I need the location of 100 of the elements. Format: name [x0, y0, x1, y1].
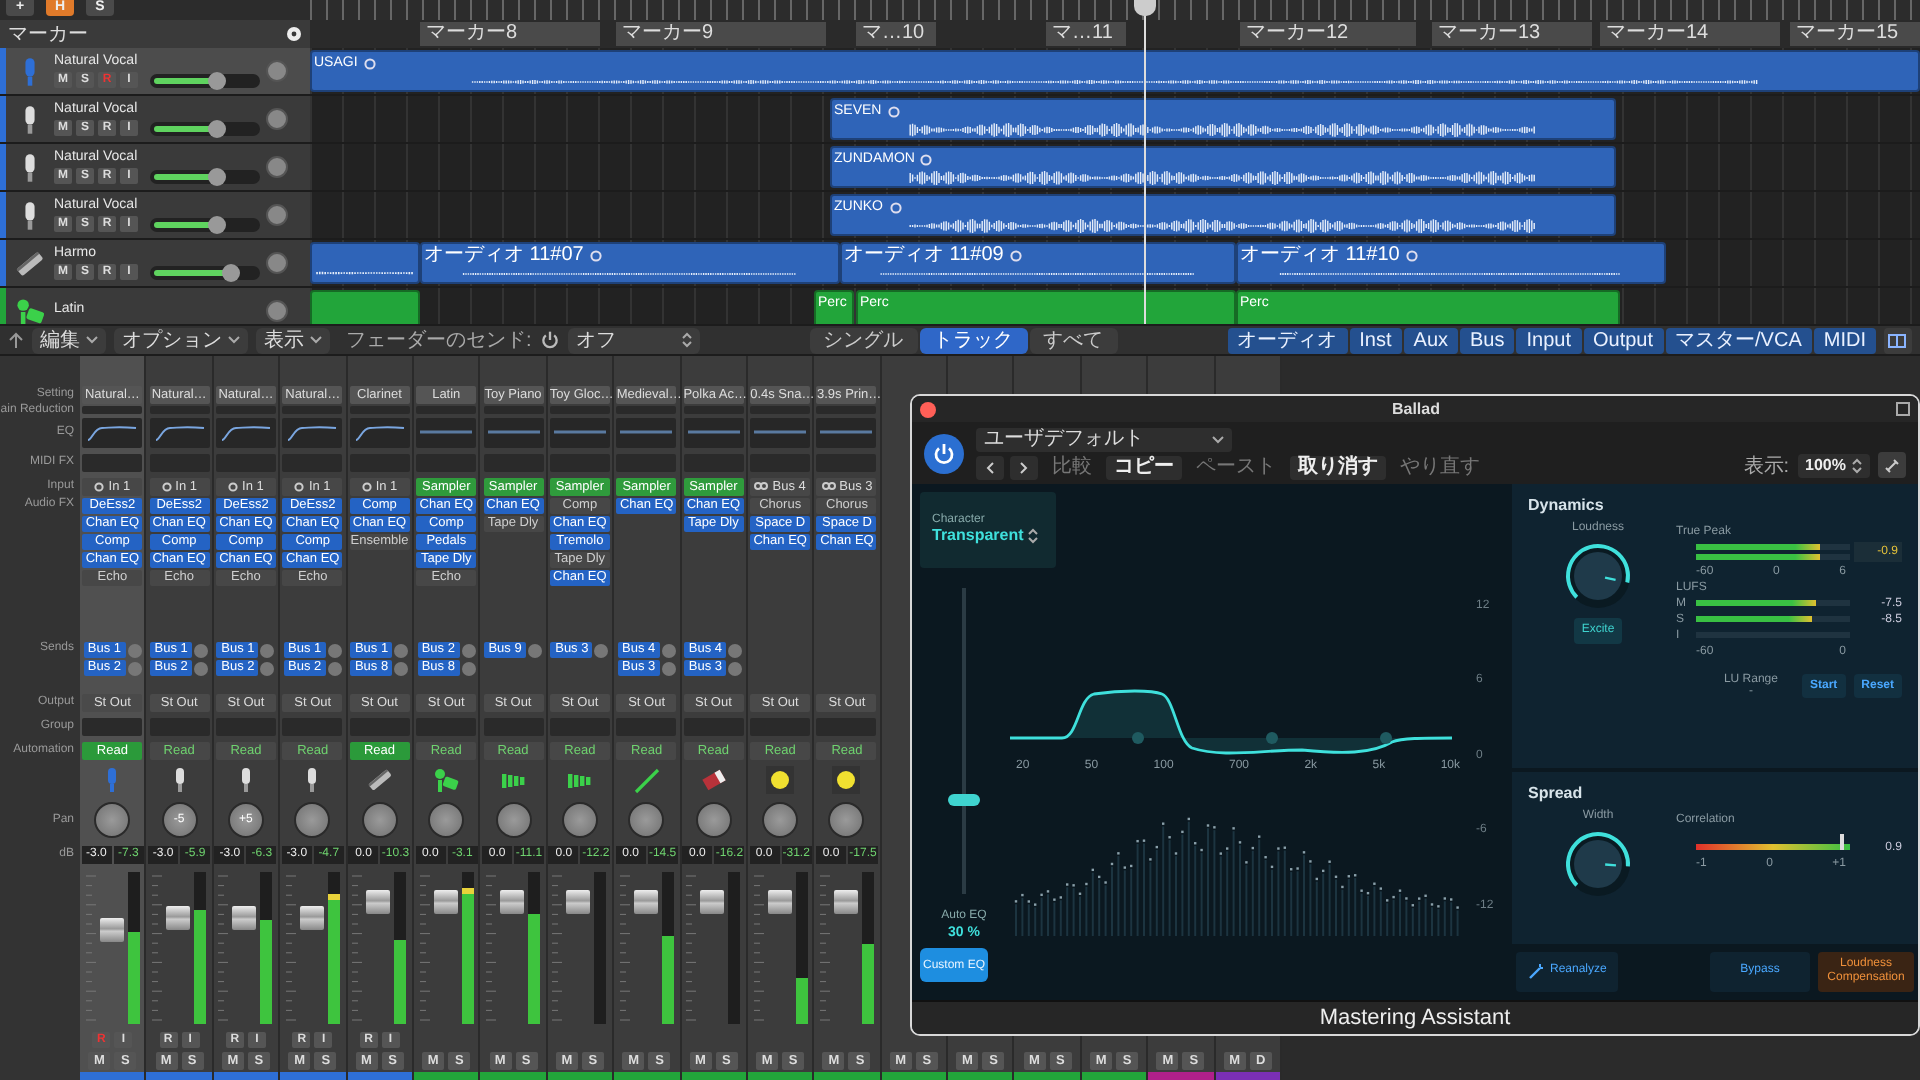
- eq-thumbnail[interactable]: [349, 417, 410, 447]
- eq-thumbnail[interactable]: [215, 417, 276, 447]
- filter-button[interactable]: オーディオ: [1227, 327, 1348, 353]
- fader-handle[interactable]: [566, 890, 591, 915]
- audio-region[interactable]: オーディオ 11#10: [1236, 242, 1666, 284]
- send-select[interactable]: オフ: [567, 327, 700, 353]
- fader-handle[interactable]: [232, 905, 257, 930]
- eq-thumbnail[interactable]: [816, 417, 877, 447]
- playhead-handle[interactable]: [1134, 0, 1156, 16]
- eq-thumbnail[interactable]: [82, 417, 143, 447]
- pan-knob[interactable]: [828, 802, 865, 838]
- marker[interactable]: マーカー9: [616, 22, 826, 46]
- menu-button[interactable]: 表示: [256, 327, 330, 353]
- flat-line-icon: [820, 430, 873, 434]
- zoom-select[interactable]: 100%: [1797, 453, 1870, 478]
- action-button[interactable]: ペースト: [1188, 455, 1284, 480]
- fader-handle[interactable]: [633, 890, 658, 915]
- action-button[interactable]: 比較: [1044, 455, 1100, 480]
- slider-thumb[interactable]: [948, 793, 980, 806]
- volume-slider[interactable]: [150, 217, 260, 231]
- filter-button[interactable]: Aux: [1403, 327, 1459, 353]
- pan-knob[interactable]: [266, 204, 288, 226]
- marker[interactable]: マーカー14: [1600, 22, 1780, 46]
- marker[interactable]: マーカー8: [420, 22, 600, 46]
- fader-handle[interactable]: [99, 917, 124, 942]
- fader-handle[interactable]: [833, 890, 858, 915]
- view-tab[interactable]: すべて: [1029, 327, 1118, 353]
- filter-button[interactable]: Bus: [1460, 327, 1515, 353]
- pan-knob[interactable]: [94, 802, 131, 838]
- menu-button[interactable]: 編集: [32, 327, 106, 353]
- pan-knob[interactable]: [266, 108, 288, 130]
- audio-region[interactable]: [310, 242, 420, 284]
- send-knob[interactable]: [528, 643, 543, 657]
- view-tab[interactable]: シングル: [809, 327, 918, 353]
- marker[interactable]: マーカー12: [1240, 22, 1416, 46]
- menu-button[interactable]: オプション: [114, 327, 248, 353]
- pan-knob[interactable]: [495, 802, 532, 838]
- fader-handle[interactable]: [700, 890, 725, 915]
- loudness-knob[interactable]: [1564, 541, 1632, 610]
- eq-thumbnail[interactable]: [683, 417, 744, 447]
- volume-slider[interactable]: [150, 265, 260, 279]
- slider-thumb[interactable]: [208, 167, 226, 185]
- slider-thumb[interactable]: [208, 71, 226, 89]
- view-tab[interactable]: トラック: [919, 327, 1028, 353]
- marker[interactable]: マ…11: [1046, 22, 1126, 46]
- eq-thumbnail[interactable]: [549, 417, 610, 447]
- window-icon[interactable]: [1895, 402, 1910, 417]
- next-button[interactable]: [1010, 455, 1038, 480]
- eq-thumbnail[interactable]: [149, 417, 210, 447]
- fader-handle[interactable]: [433, 890, 458, 915]
- pan-knob[interactable]: [294, 802, 331, 838]
- slider-thumb[interactable]: [221, 263, 240, 281]
- action-button[interactable]: コピー: [1106, 455, 1182, 480]
- close-button[interactable]: [920, 401, 936, 418]
- pan-knob[interactable]: [266, 300, 288, 322]
- layout-button[interactable]: [1883, 327, 1912, 353]
- action-button[interactable]: やり直す: [1392, 455, 1488, 480]
- pan-knob[interactable]: [628, 802, 665, 838]
- power-button[interactable]: [924, 433, 964, 474]
- marker[interactable]: マーカー15: [1790, 22, 1920, 46]
- filter-button[interactable]: マスター/VCA: [1665, 327, 1812, 353]
- width-knob[interactable]: [1564, 829, 1632, 898]
- volume-slider[interactable]: [150, 169, 260, 183]
- link-button[interactable]: [1878, 452, 1906, 479]
- fader-handle[interactable]: [299, 905, 324, 930]
- eq-thumbnail[interactable]: [282, 417, 343, 447]
- pan-knob[interactable]: [428, 802, 465, 838]
- eq-thumbnail[interactable]: [483, 417, 544, 447]
- fader-handle[interactable]: [366, 890, 391, 915]
- eq-thumbnail[interactable]: [750, 417, 811, 447]
- pan-knob[interactable]: [266, 252, 288, 274]
- fader-handle[interactable]: [767, 890, 792, 915]
- pan-knob[interactable]: [361, 802, 398, 838]
- send-knob[interactable]: [594, 643, 609, 657]
- slider-thumb[interactable]: [208, 215, 226, 233]
- preset-select[interactable]: ユーザデフォルト: [976, 427, 1232, 452]
- pan-knob[interactable]: [695, 802, 732, 838]
- filter-button[interactable]: Inst: [1349, 327, 1402, 353]
- slider-thumb[interactable]: [208, 119, 226, 137]
- previous-button[interactable]: [976, 455, 1004, 480]
- eq-thumbnail[interactable]: [416, 417, 477, 447]
- pan-knob[interactable]: [266, 156, 288, 178]
- pan-knob[interactable]: [266, 60, 288, 82]
- arrow-icon[interactable]: [8, 331, 24, 349]
- volume-slider[interactable]: [150, 73, 260, 87]
- volume-slider[interactable]: [150, 121, 260, 135]
- marker[interactable]: マ…10: [856, 22, 936, 46]
- filter-button[interactable]: Output: [1583, 327, 1664, 353]
- fader-handle[interactable]: [500, 890, 525, 915]
- pan-knob[interactable]: [762, 802, 799, 838]
- filter-button[interactable]: Input: [1516, 327, 1581, 353]
- eq-thumbnail[interactable]: [616, 417, 677, 447]
- fader-handle[interactable]: [166, 905, 191, 930]
- caret-icon: [1212, 435, 1224, 444]
- filter-button[interactable]: MIDI: [1813, 327, 1876, 353]
- marker[interactable]: マーカー13: [1432, 22, 1592, 46]
- action-button[interactable]: 取り消す: [1290, 455, 1386, 480]
- pan-knob[interactable]: [561, 802, 598, 838]
- audio-region[interactable]: オーディオ 11#09: [840, 242, 1236, 284]
- audio-region[interactable]: オーディオ 11#07: [420, 242, 840, 284]
